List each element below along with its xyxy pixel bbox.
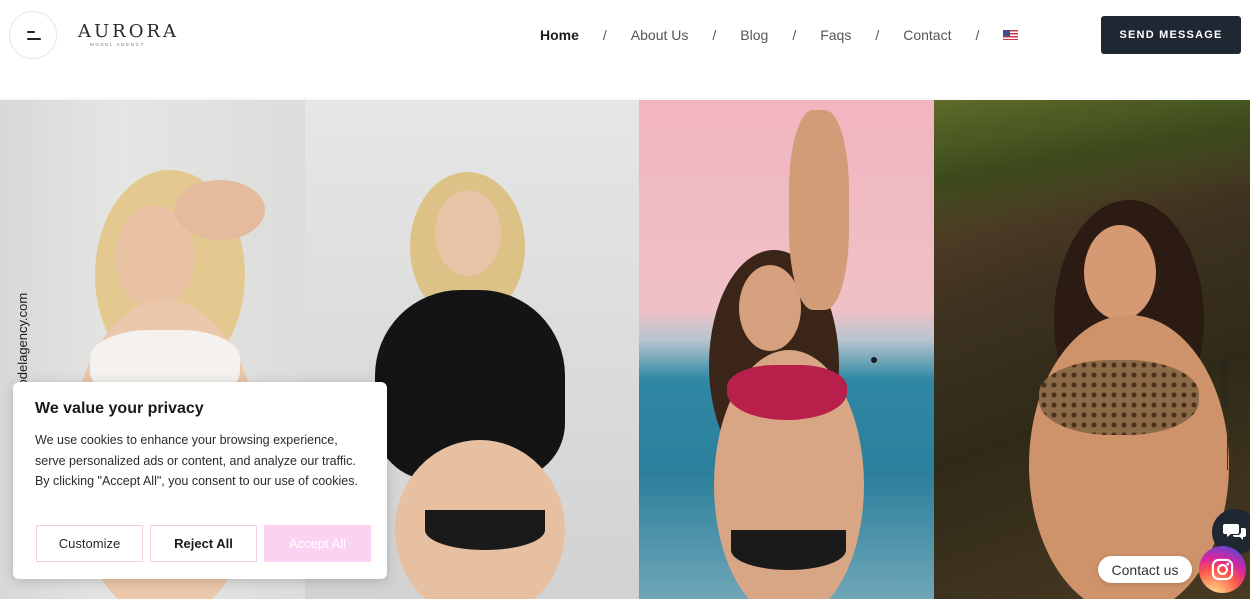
site-header: AURORA MODEL AGENCY Home / About Us / Bl… (0, 0, 1250, 98)
cursor-dot (871, 357, 877, 363)
nav-faqs[interactable]: Faqs (820, 27, 851, 43)
send-message-button[interactable]: SEND MESSAGE (1101, 16, 1241, 54)
photo-arm (789, 110, 849, 310)
scroll-to-top[interactable]: scroll to top (1219, 340, 1237, 480)
cookie-consent-banner: We value your privacy We use cookies to … (13, 382, 387, 579)
flag-canton (1003, 30, 1011, 36)
cookie-title: We value your privacy (35, 400, 204, 417)
reject-all-button[interactable]: Reject All (150, 525, 257, 562)
logo-text: AURORA (78, 21, 180, 42)
nav-separator: / (975, 27, 980, 43)
photo-bottom (425, 510, 545, 550)
photo-bikini-top (727, 365, 847, 420)
photo-face (1084, 225, 1156, 320)
nav-blog[interactable]: Blog (740, 27, 768, 43)
site-logo[interactable]: AURORA MODEL AGENCY (78, 21, 180, 48)
cookie-buttons: Customize Reject All Accept All (36, 525, 371, 562)
main-nav: Home / About Us / Blog / Faqs / Contact … (540, 24, 1019, 46)
accept-all-button[interactable]: Accept All (264, 525, 371, 562)
scroll-to-top-line (1227, 420, 1228, 470)
cookie-text: We use cookies to enhance your browsing … (35, 433, 358, 488)
instagram-button[interactable] (1199, 546, 1246, 593)
customize-button[interactable]: Customize (36, 525, 143, 562)
nav-about-us[interactable]: About Us (631, 27, 689, 43)
photo-face (739, 265, 801, 351)
nav-separator: / (792, 27, 797, 43)
nav-contact[interactable]: Contact (903, 27, 951, 43)
contact-us-label[interactable]: Contact us (1098, 556, 1192, 583)
nav-home[interactable]: Home (540, 27, 579, 43)
chat-bubbles-icon (1223, 524, 1246, 540)
model-photo-3[interactable] (639, 100, 934, 599)
photo-bikini-bottom (731, 530, 846, 570)
us-flag-icon[interactable] (1003, 30, 1019, 40)
photo-face (435, 190, 501, 276)
nav-separator: / (712, 27, 717, 43)
hamburger-menu-icon (27, 31, 35, 33)
photo-leopard-top (1039, 360, 1199, 435)
photo-arm (175, 180, 265, 240)
menu-button[interactable] (9, 11, 57, 59)
nav-separator: / (602, 27, 607, 43)
hamburger-menu-icon-line (27, 38, 41, 40)
scroll-to-top-label: scroll to top (1219, 356, 1230, 408)
model-photo-4[interactable] (934, 100, 1250, 599)
logo-subtitle: MODEL AGENCY (90, 42, 146, 47)
nav-separator: / (875, 27, 880, 43)
instagram-icon (1211, 558, 1234, 581)
